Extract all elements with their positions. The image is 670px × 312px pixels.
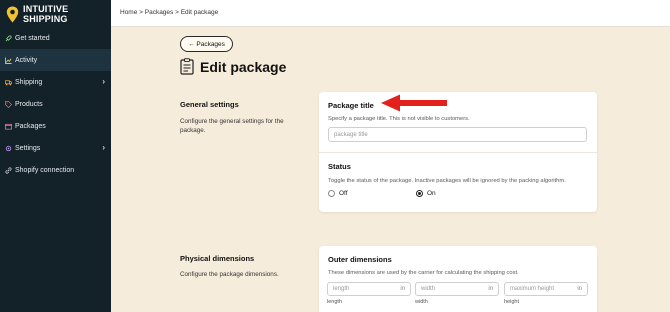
chevron-right-icon: ›: [102, 143, 105, 152]
physical-dimensions-title: Physical dimensions: [180, 254, 255, 263]
top-bar: Home > Packages > Edit package: [111, 0, 670, 27]
breadcrumb[interactable]: Home > Packages > Edit package: [120, 9, 218, 16]
card-divider: [319, 152, 597, 153]
sidebar-item-label: Shipping: [15, 78, 43, 86]
chevron-right-icon: ›: [102, 77, 105, 86]
sidebar-item-shopify-connection[interactable]: Shopify connection: [0, 159, 111, 181]
width-unit: in: [488, 286, 493, 292]
sidebar-item-products[interactable]: Products: [0, 93, 111, 115]
package-title-input[interactable]: package title: [328, 127, 587, 142]
sidebar: INTUITIVE SHIPPING Get started Activity …: [0, 0, 111, 312]
radio-checked-icon: [416, 190, 423, 197]
width-input[interactable]: width in: [415, 282, 499, 296]
height-input[interactable]: maximum height in: [504, 282, 588, 296]
height-placeholder: maximum height: [510, 286, 555, 292]
status-on-radio[interactable]: On: [416, 190, 436, 197]
clipboard-icon: [180, 58, 194, 75]
logo-text: INTUITIVE SHIPPING: [23, 4, 68, 24]
truck-icon: [5, 79, 12, 85]
status-on-label: On: [427, 190, 436, 197]
width-placeholder: width: [421, 286, 436, 292]
red-arrow-annotation-icon: [381, 94, 447, 112]
status-help: Toggle the status of the package. Inacti…: [328, 178, 566, 184]
gear-icon: [5, 145, 12, 151]
status-off-radio[interactable]: Off: [328, 190, 348, 197]
width-caption: width: [415, 299, 428, 305]
general-settings-title: General settings: [180, 100, 239, 109]
general-settings-card: Package title Specify a package title. T…: [319, 92, 597, 212]
sidebar-item-label: Get started: [15, 34, 50, 42]
sidebar-item-packages[interactable]: Packages: [0, 115, 111, 137]
radio-unchecked-icon: [328, 190, 335, 197]
sidebar-item-settings[interactable]: Settings ›: [0, 137, 111, 159]
sidebar-item-shipping[interactable]: Shipping ›: [0, 71, 111, 93]
sidebar-item-activity[interactable]: Activity: [0, 49, 111, 71]
sidebar-item-label: Products: [15, 100, 43, 108]
length-placeholder: length: [333, 286, 350, 292]
sidebar-nav: Get started Activity Shipping › Products: [0, 27, 111, 181]
outer-dimensions-help: These dimensions are used by the carrier…: [328, 270, 519, 276]
sidebar-item-label: Settings: [15, 144, 41, 152]
location-pin-icon: [6, 6, 19, 23]
height-caption: height: [504, 299, 519, 305]
page-title: Edit package: [200, 58, 287, 75]
package-title-placeholder: package title: [334, 131, 368, 138]
back-to-packages-button[interactable]: ← Packages: [180, 36, 233, 52]
app-logo[interactable]: INTUITIVE SHIPPING: [6, 4, 68, 24]
link-icon: [5, 166, 12, 174]
sidebar-item-label: Shopify connection: [15, 166, 75, 174]
physical-dimensions-card: Outer dimensions These dimensions are us…: [319, 246, 597, 312]
tag-icon: [5, 100, 12, 108]
general-settings-description: Configure the general settings for the p…: [180, 118, 284, 134]
package-title-label: Package title: [328, 101, 374, 110]
status-off-label: Off: [339, 190, 348, 197]
sidebar-item-label: Packages: [15, 122, 46, 130]
package-title-help: Specify a package title. This is not vis…: [328, 116, 470, 122]
activity-chart-icon: [5, 56, 12, 64]
length-input[interactable]: length in: [327, 282, 411, 296]
outer-dimensions-label: Outer dimensions: [328, 255, 392, 264]
length-unit: in: [400, 286, 405, 292]
rocket-icon: [5, 34, 12, 41]
status-label: Status: [328, 162, 351, 171]
height-unit: in: [577, 286, 582, 292]
length-caption: length: [327, 299, 342, 305]
page-header: Edit package: [180, 58, 286, 75]
box-icon: [5, 123, 12, 129]
sidebar-item-label: Activity: [15, 56, 38, 64]
physical-dimensions-description: Configure the package dimensions.: [180, 271, 279, 278]
sidebar-item-get-started[interactable]: Get started: [0, 27, 111, 49]
logo-line-2: SHIPPING: [23, 13, 68, 24]
